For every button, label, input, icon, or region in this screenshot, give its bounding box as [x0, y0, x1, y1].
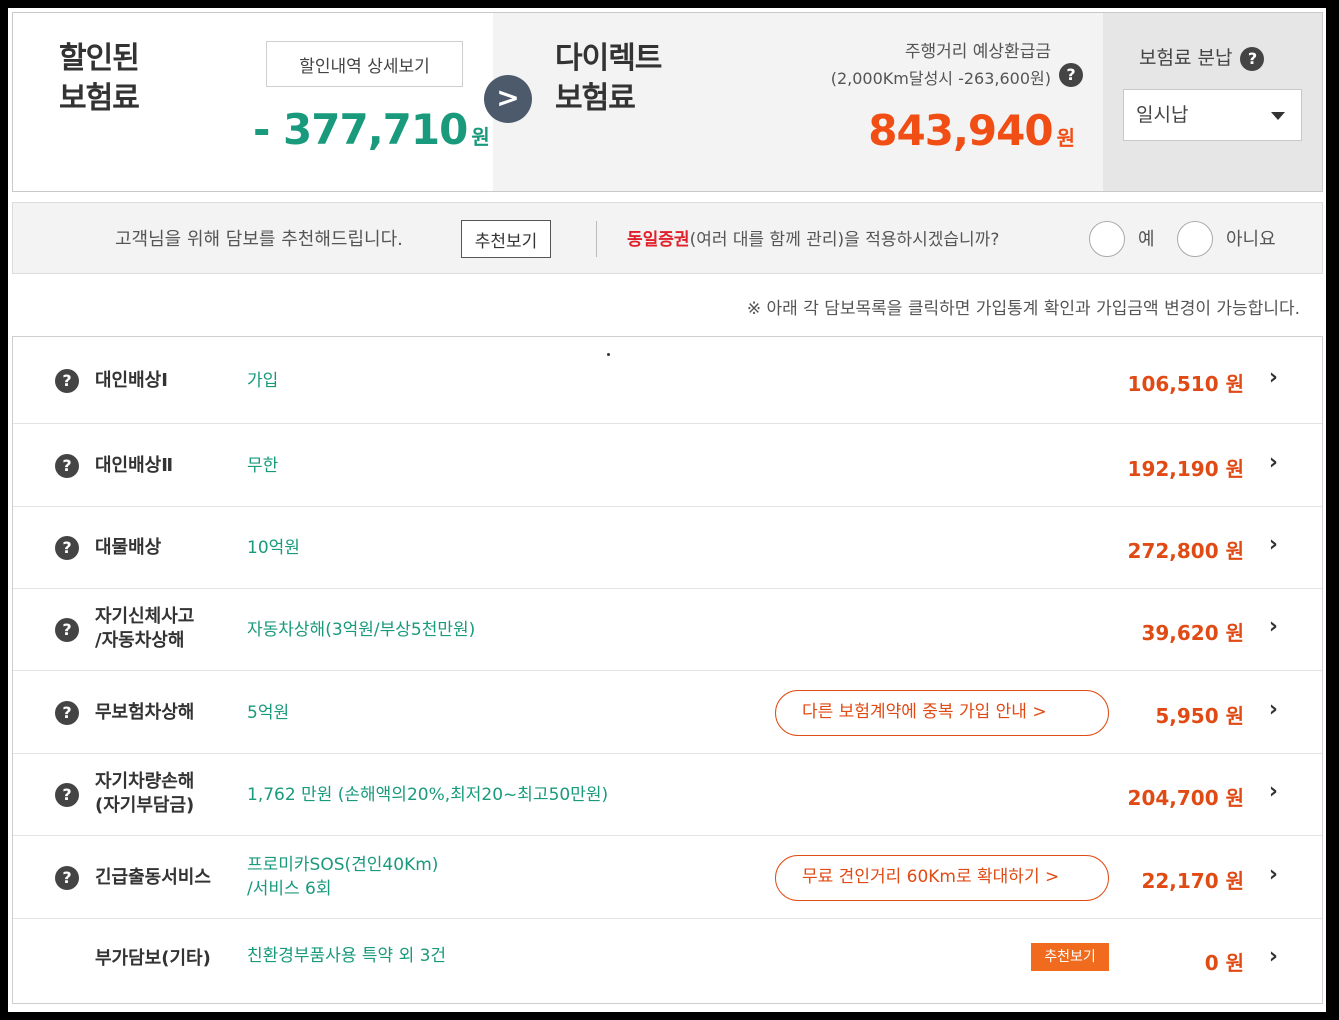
coverage-help-icon[interactable]: ?: [55, 369, 79, 393]
insurance-premium-panel: 할인된 보험료 할인내역 상세보기 - 377,710 원 다이렉트 보험료 주행…: [8, 8, 1326, 1012]
same-certificate-no-radio[interactable]: [1177, 221, 1213, 257]
towing-extend-button[interactable]: 무료 견인거리 60Km로 확대하기 >: [775, 855, 1109, 901]
coverage-amount: 39,620 원: [1141, 621, 1244, 645]
installment-label: 보험료 분납?: [1139, 43, 1265, 71]
chevron-right-icon[interactable]: ›: [1269, 779, 1278, 804]
coverage-detail-line2: /서비스 6회: [247, 879, 332, 899]
coverage-row[interactable]: ? 자기신체사고 /자동차상해 자동차상해(3억원/부상5천만원) 39,620…: [13, 589, 1322, 671]
coverage-name-line2: /자동차상해: [95, 630, 185, 651]
coverage-name: 긴급출동서비스: [95, 867, 211, 888]
coverage-detail: 5억원: [247, 703, 290, 723]
coverage-amount: 0 원: [1204, 951, 1244, 975]
coverage-detail: 1,762 만원 (손해액의20%,최저20~최고50만원): [247, 785, 609, 805]
premium-header: 할인된 보험료 할인내역 상세보기 - 377,710 원 다이렉트 보험료 주행…: [12, 12, 1323, 192]
direct-label-line2: 보험료: [555, 81, 636, 116]
same-certificate-yes-label[interactable]: 예: [1138, 225, 1155, 251]
coverage-amount: 22,170 원: [1141, 869, 1244, 893]
coverage-name-line2: (자기부담금): [95, 795, 195, 816]
coverage-list: ? 대인배상Ⅰ 가입 106,510 원 › ? 대인배상Ⅱ 무한 192,19…: [12, 336, 1323, 1004]
coverage-name: 자기차량손해: [95, 771, 195, 792]
same-certificate-yes-radio[interactable]: [1089, 221, 1125, 257]
mileage-help-icon[interactable]: ?: [1059, 63, 1083, 87]
won-unit: 원: [471, 125, 490, 149]
mileage-refund-condition: (2,000Km달성시 -263,600원): [830, 69, 1051, 88]
chevron-right-icon[interactable]: ›: [1269, 532, 1278, 557]
coverage-help-icon[interactable]: ?: [55, 783, 79, 807]
installment-selected-value: 일시납: [1136, 104, 1189, 126]
coverage-help-icon[interactable]: ?: [55, 618, 79, 642]
recommend-bar: 고객님을 위해 담보를 추천해드립니다. 추천보기 동일증권(여러 대를 함께 …: [12, 202, 1323, 274]
coverage-detail: 친환경부품사용 특약 외 3건: [247, 946, 447, 966]
discounted-premium-section: 할인된 보험료 할인내역 상세보기 - 377,710 원: [13, 13, 493, 191]
direct-amount: 843,940 원: [868, 106, 1075, 155]
direct-amount-value: 843,940: [868, 106, 1053, 155]
chevron-right-icon[interactable]: ›: [1269, 697, 1278, 722]
discount-detail-button[interactable]: 할인내역 상세보기: [266, 41, 463, 87]
coverage-amount: 192,190 원: [1127, 457, 1244, 481]
coverage-name: 자기신체사고: [95, 606, 195, 627]
installment-label-text: 보험료 분납: [1139, 47, 1233, 69]
arrow-right-icon: >: [484, 75, 532, 123]
chevron-right-icon[interactable]: ›: [1269, 862, 1278, 887]
coverage-detail: 무한: [247, 456, 279, 476]
same-certificate-question: 동일증권(여러 대를 함께 관리)을 적용하시겠습니까?: [627, 225, 999, 250]
recommend-button[interactable]: 추천보기: [461, 220, 551, 258]
recommend-text: 고객님을 위해 담보를 추천해드립니다.: [115, 229, 403, 250]
chevron-right-icon[interactable]: ›: [1269, 944, 1278, 969]
installment-select[interactable]: 일시납: [1123, 89, 1302, 141]
coverage-name: 대인배상Ⅰ: [95, 370, 168, 391]
coverage-name: 대물배상: [95, 537, 162, 558]
coverage-help-icon[interactable]: ?: [55, 866, 79, 890]
coverage-row[interactable]: ? 긴급출동서비스 프로미카SOS(견인40Km) /서비스 6회 무료 견인거…: [13, 836, 1322, 919]
coverage-row[interactable]: ? 자기차량손해 (자기부담금) 1,762 만원 (손해액의20%,최저20~…: [13, 754, 1322, 836]
coverage-row[interactable]: 부가담보(기타) 친환경부품사용 특약 외 3건 추천보기 0 원 ›: [13, 919, 1322, 1003]
direct-label-line1: 다이렉트: [555, 41, 662, 76]
coverage-amount: 272,800 원: [1127, 539, 1244, 563]
discount-amount: - 377,710 원: [253, 105, 490, 154]
duplicate-contract-guide-button[interactable]: 다른 보험계약에 중복 가입 안내 >: [775, 690, 1109, 736]
coverage-help-icon[interactable]: ?: [55, 536, 79, 560]
caret-down-icon: [1271, 112, 1285, 120]
recommend-tag[interactable]: 추천보기: [1031, 943, 1109, 971]
coverage-row[interactable]: ? 무보험차상해 5억원 다른 보험계약에 중복 가입 안내 > 5,950 원…: [13, 671, 1322, 754]
coverage-amount: 204,700 원: [1127, 786, 1244, 810]
coverage-row[interactable]: ? 대인배상Ⅰ 가입 106,510 원 ›: [13, 337, 1322, 424]
discount-amount-value: - 377,710: [253, 105, 468, 154]
coverage-detail: 프로미카SOS(견인40Km): [247, 855, 439, 875]
chevron-right-icon[interactable]: ›: [1269, 365, 1278, 390]
chevron-right-icon[interactable]: ›: [1269, 614, 1278, 639]
installment-help-icon[interactable]: ?: [1240, 46, 1265, 71]
coverage-help-icon[interactable]: ?: [55, 454, 79, 478]
coverage-detail: 자동차상해(3억원/부상5천만원): [247, 620, 476, 640]
coverage-notice: ※ 아래 각 담보목록을 클릭하면 가입통계 확인과 가입금액 변경이 가능합니…: [746, 299, 1300, 319]
same-certificate-no-label[interactable]: 아니요: [1226, 225, 1276, 251]
coverage-name: 무보험차상해: [95, 702, 195, 723]
same-certificate-highlight: 동일증권: [627, 230, 690, 250]
coverage-row[interactable]: ? 대인배상Ⅱ 무한 192,190 원 ›: [13, 424, 1322, 507]
coverage-detail: 가입: [247, 371, 279, 391]
coverage-amount: 106,510 원: [1127, 372, 1244, 396]
coverage-name: 부가담보(기타): [95, 948, 211, 969]
won-unit: 원: [1056, 126, 1075, 150]
direct-premium-section: 다이렉트 보험료 주행거리 예상환급금 (2,000Km달성시 -263,600…: [493, 13, 1103, 191]
coverage-amount: 5,950 원: [1155, 704, 1244, 728]
mileage-refund-title: 주행거리 예상환급금: [904, 42, 1051, 62]
coverage-name: 대인배상Ⅱ: [95, 455, 174, 476]
discounted-label-line2: 보험료: [59, 81, 140, 116]
installment-section: 보험료 분납? 일시납: [1103, 13, 1322, 191]
discounted-label-line1: 할인된: [59, 41, 140, 76]
divider: [596, 221, 597, 257]
coverage-help-icon[interactable]: ?: [55, 701, 79, 725]
coverage-row[interactable]: ? 대물배상 10억원 272,800 원 ›: [13, 507, 1322, 589]
chevron-right-icon[interactable]: ›: [1269, 450, 1278, 475]
same-certificate-text: (여러 대를 함께 관리)을 적용하시겠습니까?: [689, 230, 1000, 250]
coverage-detail: 10억원: [247, 538, 300, 558]
